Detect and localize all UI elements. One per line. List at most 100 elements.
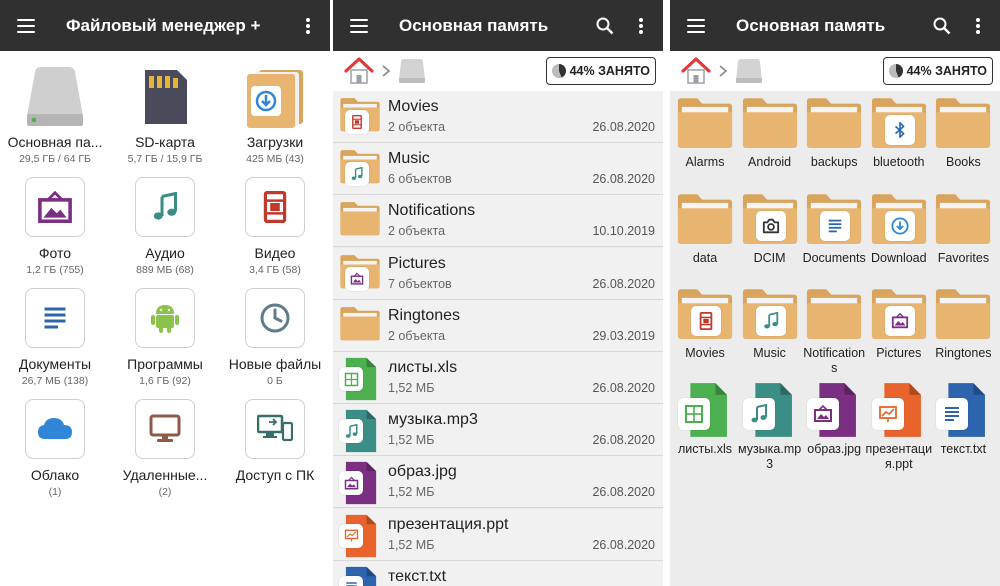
- folder-row[interactable]: Music 6 объектов 26.08.2020: [333, 143, 663, 196]
- file-row[interactable]: текст.txt: [333, 560, 663, 586]
- folder-tile[interactable]: Ringtones: [931, 282, 995, 376]
- folder-row[interactable]: Pictures 7 объектов 26.08.2020: [333, 247, 663, 300]
- item-name: листы.xls: [678, 441, 732, 456]
- folder-tile[interactable]: Android: [738, 91, 802, 185]
- grid-icon: [678, 397, 710, 430]
- music-note-icon: [135, 177, 195, 239]
- item-name: образ.jpg: [807, 441, 862, 456]
- more-options-icon[interactable]: [290, 0, 326, 51]
- item-date: 26.08.2020: [592, 120, 655, 134]
- folder-icon: [870, 286, 928, 344]
- menu-icon[interactable]: [670, 0, 722, 51]
- folder-tile[interactable]: Documents: [802, 187, 866, 281]
- txt-file-icon: [339, 566, 381, 586]
- folder-row[interactable]: Movies 2 объекта 26.08.2020: [333, 91, 663, 143]
- item-date: 29.03.2019: [592, 328, 655, 343]
- category-tile[interactable]: Аудио 889 МБ (68): [110, 171, 220, 282]
- category-tile[interactable]: Новые файлы 0 Б: [220, 282, 330, 393]
- usage-text: 44% ЗАНЯТО: [906, 64, 987, 78]
- folder-icon: [805, 286, 863, 344]
- usage-text: 44% ЗАНЯТО: [569, 64, 650, 78]
- folder-icon: [339, 96, 381, 138]
- item-date: 26.08.2020: [592, 276, 655, 291]
- folder-icon: [741, 286, 799, 344]
- category-tile[interactable]: Удаленные... (2): [110, 393, 220, 504]
- picture-icon: [339, 471, 363, 496]
- file-row[interactable]: презентация.ppt 1,52 МБ 26.08.2020: [333, 508, 663, 561]
- folder-icon: [676, 95, 734, 153]
- file-row[interactable]: музыка.mp3 1,52 МБ 26.08.2020: [333, 404, 663, 457]
- category-name: Документы: [18, 356, 92, 372]
- folder-tile[interactable]: backups: [802, 91, 866, 185]
- folder-row[interactable]: Notifications 2 объекта 10.10.2019: [333, 195, 663, 248]
- app-bar: Основная память: [670, 0, 1000, 51]
- file-tile[interactable]: текст.txt: [931, 378, 995, 472]
- picture-icon: [345, 266, 369, 291]
- home-icon[interactable]: [680, 55, 712, 87]
- file-tile[interactable]: презентация.ppt: [866, 378, 932, 472]
- category-stats: (2): [158, 486, 172, 498]
- storage-usage-badge[interactable]: 44% ЗАНЯТО: [545, 57, 656, 85]
- folder-tile[interactable]: Music: [738, 282, 802, 376]
- item-name: музыка.mp3: [737, 441, 802, 471]
- category-tile[interactable]: SD-карта 5,7 ГБ / 15,9 ГБ: [110, 60, 220, 171]
- item-name: DCIM: [753, 250, 786, 265]
- item-date: 26.08.2020: [592, 537, 655, 552]
- folder-tile[interactable]: Books: [931, 91, 995, 185]
- xls-file-icon: [676, 382, 734, 440]
- category-tile[interactable]: Доступ с ПК: [220, 393, 330, 504]
- category-tile[interactable]: Программы 1,6 ГБ (92): [110, 282, 220, 393]
- folder-tile[interactable]: Pictures: [867, 282, 931, 376]
- usage-pie-icon: [888, 64, 903, 78]
- category-tile[interactable]: Облако (1): [0, 393, 110, 504]
- more-options-icon[interactable]: [960, 0, 996, 51]
- folder-row[interactable]: Ringtones 2 объекта 29.03.2019: [333, 299, 663, 352]
- folder-tile[interactable]: DCIM: [738, 187, 802, 281]
- category-stats: 5,7 ГБ / 15,9 ГБ: [127, 153, 203, 165]
- item-name: Documents: [802, 250, 866, 265]
- folder-tile[interactable]: Alarms: [673, 91, 737, 185]
- storage-usage-badge[interactable]: 44% ЗАНЯТО: [882, 57, 993, 85]
- file-tile[interactable]: листы.xls: [673, 378, 737, 472]
- cloud-icon: [25, 399, 85, 461]
- menu-icon[interactable]: [333, 0, 385, 51]
- folder-icon: [741, 95, 799, 153]
- folder-tile[interactable]: bluetooth: [867, 91, 931, 185]
- file-tile[interactable]: образ.jpg: [802, 378, 866, 472]
- folder-tile[interactable]: Notifications: [802, 282, 866, 376]
- folder-tile[interactable]: Movies: [673, 282, 737, 376]
- folder-tile[interactable]: Favorites: [931, 187, 995, 281]
- more-options-icon[interactable]: [623, 0, 659, 51]
- folder-icon: [339, 305, 381, 347]
- category-tile[interactable]: Основная па... 29,5 ГБ / 64 ГБ: [0, 60, 110, 171]
- category-tile[interactable]: Видео 3,4 ГБ (58): [220, 171, 330, 282]
- folder-tile[interactable]: Download: [867, 187, 931, 281]
- document-icon: [25, 288, 85, 350]
- app-bar: Основная память: [333, 0, 663, 51]
- category-tile[interactable]: Фото 1,2 ГБ (755): [0, 171, 110, 282]
- breadcrumb: 44% ЗАНЯТО: [333, 51, 663, 91]
- search-icon[interactable]: [587, 0, 623, 51]
- item-date: 26.08.2020: [592, 381, 655, 395]
- search-icon[interactable]: [924, 0, 960, 51]
- drive-icon[interactable]: [397, 58, 427, 84]
- drive-icon[interactable]: [734, 58, 764, 84]
- home-icon[interactable]: [343, 55, 375, 87]
- category-tile[interactable]: Загрузки 425 МБ (43): [220, 60, 330, 171]
- item-name: Movies: [388, 98, 439, 115]
- doc-icon: [339, 575, 363, 586]
- file-row[interactable]: листы.xls 1,52 МБ 26.08.2020: [333, 352, 663, 404]
- category-tile[interactable]: Документы 26,7 МБ (138): [0, 282, 110, 393]
- photo-icon: [25, 177, 85, 239]
- menu-icon[interactable]: [0, 0, 52, 51]
- home-screen: Файловый менеджер + Основная па... 29,5 …: [0, 0, 330, 586]
- item-details: 7 объектов: [388, 276, 452, 291]
- folder-tile[interactable]: data: [673, 187, 737, 281]
- file-row[interactable]: образ.jpg 1,52 МБ 26.08.2020: [333, 456, 663, 509]
- category-name: Видео: [254, 245, 296, 261]
- item-name: Notifications: [388, 202, 476, 220]
- folder-icon: [339, 148, 381, 190]
- file-tile[interactable]: музыка.mp3: [738, 378, 802, 472]
- category-stats: 3,4 ГБ (58): [249, 264, 301, 276]
- jpg-file-icon: [805, 382, 863, 440]
